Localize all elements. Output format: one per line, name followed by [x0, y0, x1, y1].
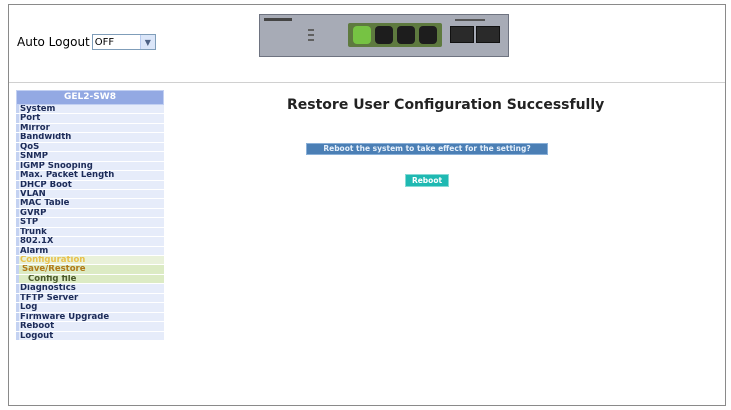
sidebar-item-qos[interactable]: QoS [16, 142, 164, 153]
sidebar-item-8021x[interactable]: 802.1X [16, 237, 164, 247]
port-icon [353, 26, 371, 44]
sidebar-item-tftp-server[interactable]: TFTP Server [16, 293, 164, 304]
auto-logout-label: Auto Logout [17, 35, 90, 49]
sidebar-item-trunk[interactable]: Trunk [16, 227, 164, 238]
sidebar-item-stp[interactable]: STP [16, 218, 164, 228]
port-icon [397, 26, 415, 44]
sidebar-item-reboot[interactable]: Reboot [16, 322, 164, 332]
reboot-info-message: Reboot the system to take effect for the… [306, 143, 548, 155]
sidebar: GEL2-SW8 System Port Mirror Bandwidth Qo… [16, 90, 164, 341]
sidebar-item-gvrp[interactable]: GVRP [16, 208, 164, 219]
device-brand-label [264, 18, 292, 21]
device-sfp-label [455, 19, 485, 21]
sfp-port-icon [450, 26, 474, 43]
auto-logout: Auto Logout OFF ▼ [17, 34, 156, 50]
sidebar-item-bandwidth[interactable]: Bandwidth [16, 133, 164, 143]
device-ports [348, 23, 442, 47]
switch-device-image [259, 14, 509, 57]
port-icon [375, 26, 393, 44]
sidebar-item-logout[interactable]: Logout [16, 331, 164, 341]
header-divider [9, 82, 725, 83]
sidebar-item-log[interactable]: Log [16, 303, 164, 313]
sidebar-item-dhcp-boot[interactable]: DHCP Boot [16, 180, 164, 190]
page-title: Restore User Configuration Successfully [287, 97, 605, 113]
sidebar-item-port[interactable]: Port [16, 114, 164, 124]
sidebar-item-mirror[interactable]: Mirror [16, 123, 164, 134]
sidebar-item-snmp[interactable]: SNMP [16, 152, 164, 162]
sidebar-item-igmp-snooping[interactable]: IGMP Snooping [16, 161, 164, 172]
sidebar-item-max-packet-length[interactable]: Max. Packet Length [16, 171, 164, 181]
sidebar-menu: System Port Mirror Bandwidth QoS SNMP IG… [16, 105, 164, 341]
sidebar-item-system[interactable]: System [16, 105, 164, 115]
sidebar-item-vlan[interactable]: VLAN [16, 189, 164, 200]
sidebar-title: GEL2-SW8 [16, 90, 164, 105]
auto-logout-select[interactable]: OFF ▼ [91, 34, 156, 50]
reboot-button[interactable]: Reboot [405, 174, 449, 187]
sidebar-item-configuration[interactable]: Configuration [16, 256, 164, 266]
sidebar-item-config-file[interactable]: Config file [16, 274, 164, 285]
sidebar-item-diagnostics[interactable]: Diagnostics [16, 284, 164, 294]
chevron-down-icon[interactable]: ▼ [139, 35, 155, 49]
port-icon [419, 26, 437, 44]
sidebar-item-alarm[interactable]: Alarm [16, 246, 164, 256]
auto-logout-value: OFF [94, 36, 115, 48]
sfp-port-icon [476, 26, 500, 43]
sidebar-item-save-restore[interactable]: Save/Restore [16, 265, 164, 275]
sidebar-item-firmware-upgrade[interactable]: Firmware Upgrade [16, 312, 164, 323]
device-leds [308, 29, 318, 45]
sidebar-item-mac-table[interactable]: MAC Table [16, 199, 164, 209]
